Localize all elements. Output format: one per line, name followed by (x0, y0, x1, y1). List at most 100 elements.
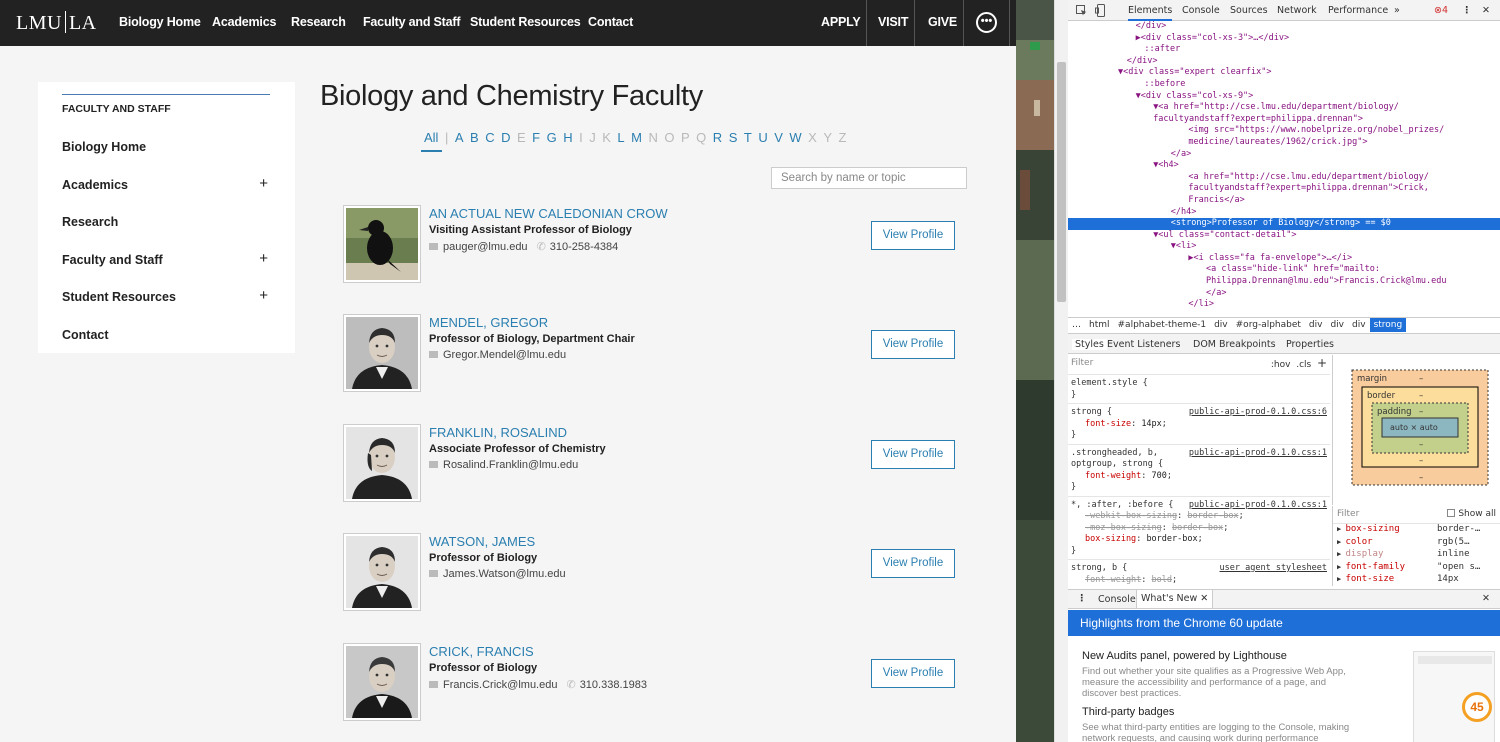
mendel-photo[interactable] (343, 314, 421, 392)
dom-node-line[interactable]: ▼<li> (1068, 241, 1500, 253)
dom-node-line[interactable]: </div> (1068, 21, 1500, 33)
inspect-element-icon[interactable] (1076, 5, 1087, 16)
nav-student-resources[interactable]: Student Resources (470, 15, 581, 29)
tab-properties[interactable]: Properties (1286, 339, 1334, 350)
drawer-close-icon[interactable]: ✕ (1482, 593, 1490, 604)
franklin-photo[interactable] (343, 424, 421, 502)
breadcrumb-item[interactable]: … (1068, 318, 1085, 332)
tab-styles[interactable]: Styles (1072, 339, 1107, 350)
nav-give[interactable]: GIVE (928, 15, 957, 29)
tab-network[interactable]: Network (1277, 5, 1317, 16)
rule-source-link[interactable]: public-api-prod-0.1.0.css:1 (1189, 448, 1327, 460)
faculty-name-link[interactable]: FRANKLIN, ROSALIND (429, 425, 567, 440)
dom-node-line[interactable]: </a> (1068, 288, 1500, 300)
view-profile-button[interactable]: View Profile (871, 549, 955, 578)
breadcrumb-item[interactable]: strong (1369, 318, 1407, 332)
letter-filter-b[interactable]: B (470, 130, 479, 145)
dom-node-line[interactable]: ▶<i class="fa fa-envelope">…</i> (1068, 253, 1500, 265)
view-profile-button[interactable]: View Profile (871, 221, 955, 250)
letter-filter-g[interactable]: G (547, 130, 557, 145)
css-declaration[interactable]: -moz-box-sizing: border-box; (1071, 523, 1327, 535)
breadcrumb-item[interactable]: #org-alphabet (1232, 318, 1305, 332)
nav-faculty-and-staff[interactable]: Faculty and Staff (363, 15, 461, 29)
crow-photo[interactable] (343, 205, 421, 283)
page-scrollbar[interactable] (1054, 0, 1068, 742)
faculty-name-link[interactable]: WATSON, JAMES (429, 534, 535, 549)
dom-node-line[interactable]: ▼<ul class="contact-detail"> (1068, 230, 1500, 242)
computed-property[interactable]: ▶ box-sizing border-… (1333, 524, 1500, 537)
breadcrumb-item[interactable]: div (1305, 318, 1327, 332)
tab-event-listeners[interactable]: Event Listeners (1107, 339, 1180, 350)
letter-filter-h[interactable]: H (563, 130, 572, 145)
tab-sources[interactable]: Sources (1230, 5, 1268, 16)
drawer-tab-whats-new[interactable]: What's New ✕ (1136, 590, 1214, 608)
breadcrumb-item[interactable]: html (1085, 318, 1114, 332)
sidebar-item-faculty-and-staff[interactable]: Faculty and Staff + (62, 250, 270, 267)
nav-contact[interactable]: Contact (588, 15, 633, 29)
letter-filter-a[interactable]: A (455, 130, 464, 145)
dom-node-line[interactable]: ▼<h4> (1068, 160, 1500, 172)
dom-node-line[interactable]: <img src="https://www.nobelprize.org/nob… (1068, 125, 1500, 137)
selected-dom-node[interactable]: <strong>Professor of Biology</strong> ==… (1068, 218, 1500, 230)
nav-research[interactable]: Research (291, 15, 346, 29)
lighthouse-thumbnail[interactable]: 45 (1413, 651, 1495, 742)
view-profile-button[interactable]: View Profile (871, 659, 955, 688)
letter-filter-m[interactable]: M (631, 130, 642, 145)
letter-filter-r[interactable]: R (713, 130, 722, 145)
breadcrumb-item[interactable]: div (1348, 318, 1370, 332)
computed-filter-input[interactable]: Filter (1337, 509, 1359, 519)
expand-plus-icon[interactable]: + (259, 250, 268, 267)
more-menu-button[interactable]: ••• (976, 12, 997, 33)
css-declaration[interactable]: font-weight: 700; (1071, 471, 1327, 483)
lmu-la-logo[interactable]: LMU LA (16, 11, 97, 35)
tab-close-icon[interactable]: ✕ (1200, 593, 1208, 604)
dom-node-line[interactable]: facultyandstaff?expert=philippa.drennan"… (1068, 183, 1500, 195)
error-badge[interactable]: ⊗4 (1434, 5, 1448, 16)
expand-plus-icon[interactable]: + (259, 175, 268, 192)
expand-plus-icon[interactable]: + (259, 287, 268, 304)
show-all-checkbox[interactable] (1447, 509, 1456, 517)
tab-performance[interactable]: Performance (1328, 5, 1388, 16)
dom-node-line[interactable]: </div> (1068, 56, 1500, 68)
more-tabs-chevron[interactable]: » (1394, 5, 1400, 16)
computed-property[interactable]: ▶ font-family "open s… (1333, 562, 1500, 575)
hov-toggle[interactable]: :hov (1271, 360, 1291, 370)
styles-filter-input[interactable]: Filter (1071, 358, 1093, 368)
close-icon[interactable]: ✕ (1482, 5, 1490, 16)
sidebar-item-biology-home[interactable]: Biology Home (62, 140, 270, 154)
letter-filter-l[interactable]: L (617, 130, 624, 145)
faculty-name-link[interactable]: AN ACTUAL NEW CALEDONIAN CROW (429, 206, 668, 221)
dom-node-line[interactable]: <a href="http://cse.lmu.edu/department/b… (1068, 172, 1500, 184)
css-declaration[interactable]: -webkit-box-sizing: border-box; (1071, 511, 1327, 523)
dom-node-line[interactable]: ▼<div class="expert clearfix"> (1068, 67, 1500, 79)
dom-node-line[interactable]: ::after (1068, 44, 1500, 56)
dom-node-line[interactable]: </a> (1068, 149, 1500, 161)
faculty-email-link[interactable]: pauger@lmu.edu (443, 241, 528, 253)
scrollbar-thumb[interactable] (1057, 62, 1066, 302)
filter-all-link[interactable]: All (424, 130, 438, 145)
dom-node-line[interactable]: <a class="hide-link" href="mailto: (1068, 264, 1500, 276)
rule-source-link[interactable]: public-api-prod-0.1.0.css:6 (1189, 407, 1327, 419)
rule-source-link[interactable]: public-api-prod-0.1.0.css:1 (1189, 500, 1327, 512)
letter-filter-f[interactable]: F (532, 130, 540, 145)
tab-console[interactable]: Console (1182, 5, 1220, 16)
device-toolbar-icon[interactable] (1095, 4, 1107, 17)
letter-filter-d[interactable]: D (501, 130, 510, 145)
dom-node-line[interactable]: Francis</a> (1068, 195, 1500, 207)
devtools-menu-icon[interactable]: ⋮ (1462, 5, 1472, 16)
watson-photo[interactable] (343, 533, 421, 611)
faculty-search-input[interactable] (771, 167, 967, 189)
nav-academics[interactable]: Academics (212, 15, 276, 29)
tab-elements[interactable]: Elements (1128, 5, 1173, 21)
letter-filter-s[interactable]: S (729, 130, 738, 145)
view-profile-button[interactable]: View Profile (871, 330, 955, 359)
letter-filter-c[interactable]: C (485, 130, 494, 145)
dom-node-line[interactable]: </li> (1068, 299, 1500, 311)
sidebar-item-academics[interactable]: Academics + (62, 175, 270, 192)
faculty-email-link[interactable]: Rosalind.Franklin@lmu.edu (443, 459, 578, 471)
view-profile-button[interactable]: View Profile (871, 440, 955, 469)
sidebar-item-contact[interactable]: Contact (62, 328, 270, 342)
drawer-menu-icon[interactable]: ⋮ (1077, 593, 1087, 604)
dom-node-line[interactable]: ▼<a href="http://cse.lmu.edu/department/… (1068, 102, 1500, 114)
tab-dom-breakpoints[interactable]: DOM Breakpoints (1193, 339, 1276, 350)
